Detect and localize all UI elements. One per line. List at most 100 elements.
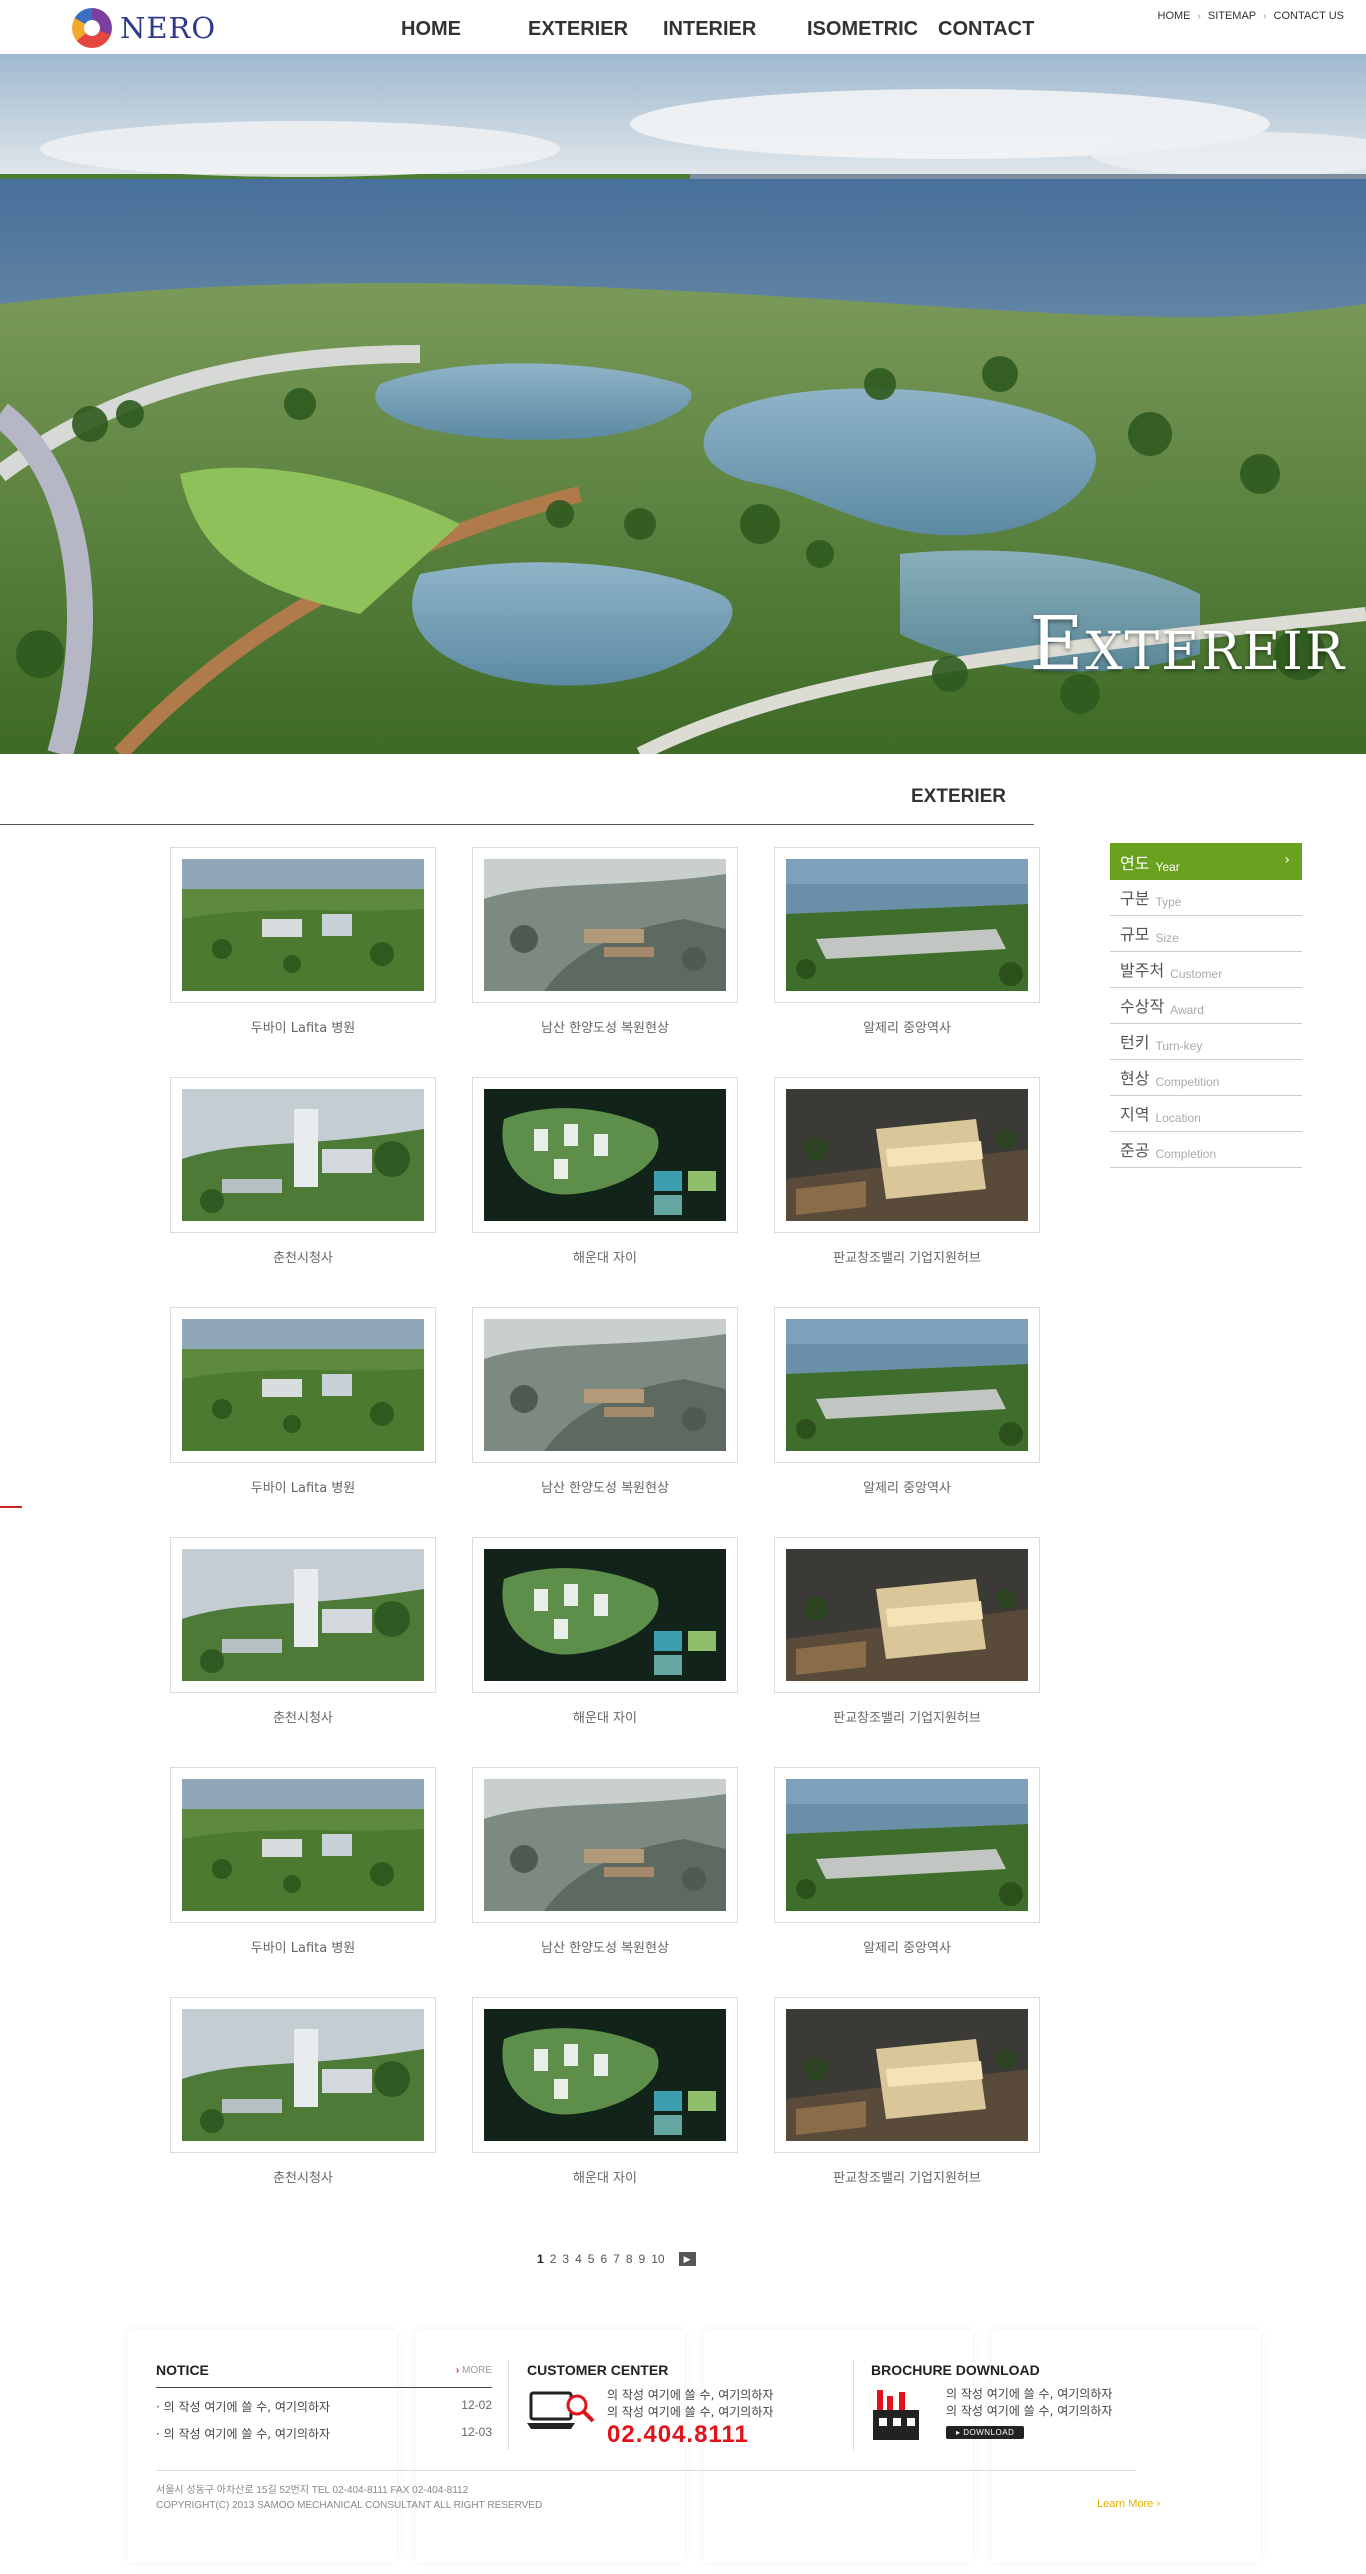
project-caption[interactable]: 남산 한양도성 복원현상 [472, 1477, 738, 1496]
project-card[interactable]: 춘천시청사 [170, 1997, 436, 2227]
project-thumbnail-image[interactable] [484, 1319, 726, 1451]
project-thumbnail-frame [774, 1997, 1040, 2153]
project-caption[interactable]: 춘천시청사 [170, 1247, 436, 1266]
page-link[interactable]: 2 [550, 2252, 557, 2266]
project-thumbnail-image[interactable] [182, 859, 424, 991]
project-caption[interactable]: 알제리 중앙역사 [774, 1477, 1040, 1496]
project-thumbnail-image[interactable] [484, 1779, 726, 1911]
side-menu-label-en: Award [1170, 1003, 1204, 1017]
project-card[interactable]: 알제리 중앙역사 [774, 847, 1040, 1077]
project-thumbnail-image[interactable] [484, 859, 726, 991]
project-card[interactable]: 해운대 자이 [472, 1077, 738, 1307]
page-link[interactable]: 10 [651, 2252, 664, 2266]
side-menu-item-size[interactable]: 규모 Size [1110, 916, 1302, 952]
project-thumbnail-image[interactable] [484, 1549, 726, 1681]
hero-banner: EXTEREIR [0, 54, 1366, 754]
project-card[interactable]: 해운대 자이 [472, 1537, 738, 1767]
project-thumbnail-image[interactable] [182, 1549, 424, 1681]
project-card[interactable]: 춘천시청사 [170, 1077, 436, 1307]
page-link[interactable]: 7 [613, 2252, 620, 2266]
project-caption[interactable]: 해운대 자이 [472, 2167, 738, 2186]
project-card[interactable]: 판교창조밸리 기업지원허브 [774, 1537, 1040, 1767]
brochure-line: 의 작성 여기에 쓸 수, 여기의하자 [946, 2404, 1113, 2418]
side-menu-item-year[interactable]: 연도 Year › [1110, 843, 1302, 880]
project-thumbnail-image[interactable] [182, 1319, 424, 1451]
side-menu-item-location[interactable]: 지역 Location [1110, 1096, 1302, 1132]
side-menu-item-turn-key[interactable]: 턴키 Turn-key [1110, 1024, 1302, 1060]
project-card[interactable]: 두바이 Lafita 병원 [170, 1307, 436, 1537]
notice-text: 의 작성 여기에 쓸 수, 여기의하자 [163, 2427, 331, 2441]
learn-more-link[interactable]: Learn More › [1097, 2498, 1160, 2510]
side-menu-item-customer[interactable]: 발주처 Customer [1110, 952, 1302, 988]
page-link[interactable]: 5 [588, 2252, 595, 2266]
project-thumbnail-image[interactable] [786, 1089, 1028, 1221]
project-caption[interactable]: 춘천시청사 [170, 2167, 436, 2186]
project-thumbnail-image[interactable] [786, 1319, 1028, 1451]
page-link[interactable]: 4 [575, 2252, 582, 2266]
nav-contact[interactable]: CONTACT [938, 18, 1034, 41]
project-caption[interactable]: 남산 한양도성 복원현상 [472, 1937, 738, 1956]
project-caption[interactable]: 해운대 자이 [472, 1707, 738, 1726]
notice-more-link[interactable]: › MORE [456, 2365, 492, 2376]
project-card[interactable]: 알제리 중앙역사 [774, 1767, 1040, 1997]
project-caption[interactable]: 판교창조밸리 기업지원허브 [774, 1707, 1040, 1726]
project-thumbnail-image[interactable] [786, 2009, 1028, 2141]
project-caption[interactable]: 알제리 중앙역사 [774, 1937, 1040, 1956]
nav-exterier[interactable]: EXTERIER [528, 18, 628, 41]
project-caption[interactable]: 춘천시청사 [170, 1707, 436, 1726]
project-thumbnail-frame [472, 1997, 738, 2153]
page-link[interactable]: 6 [600, 2252, 607, 2266]
project-thumbnail-frame [774, 1537, 1040, 1693]
project-card[interactable]: 판교창조밸리 기업지원허브 [774, 1997, 1040, 2227]
project-thumbnail-image[interactable] [182, 1089, 424, 1221]
side-menu-label-ko: 현상 [1120, 1069, 1150, 1088]
side-menu-item-award[interactable]: 수상작 Award [1110, 988, 1302, 1024]
page-link[interactable]: 8 [626, 2252, 633, 2266]
nav-interier[interactable]: INTERIER [663, 18, 756, 41]
project-thumbnail-image[interactable] [786, 1779, 1028, 1911]
side-menu-item-type[interactable]: 구분 Type [1110, 880, 1302, 916]
notice-item[interactable]: · 의 작성 여기에 쓸 수, 여기의하자 12-02 [156, 2398, 492, 2415]
side-menu-item-competition[interactable]: 현상 Competition [1110, 1060, 1302, 1096]
project-thumbnail-image[interactable] [182, 2009, 424, 2141]
project-card[interactable]: 판교창조밸리 기업지원허브 [774, 1077, 1040, 1307]
util-contact-link[interactable]: CONTACT US [1274, 10, 1345, 22]
project-thumbnail-frame [170, 847, 436, 1003]
util-home-link[interactable]: HOME [1158, 10, 1191, 22]
nav-isometric[interactable]: ISOMETRIC [807, 18, 918, 41]
project-thumbnail-image[interactable] [786, 859, 1028, 991]
project-thumbnail-image[interactable] [182, 1779, 424, 1911]
project-thumbnail-image[interactable] [484, 1089, 726, 1221]
project-caption[interactable]: 알제리 중앙역사 [774, 1017, 1040, 1036]
notice-item[interactable]: · 의 작성 여기에 쓸 수, 여기의하자 12-03 [156, 2425, 492, 2442]
project-thumbnail-image[interactable] [786, 1549, 1028, 1681]
side-menu-item-completion[interactable]: 준공 Completion [1110, 1132, 1302, 1168]
laptop-search-icon [527, 2391, 595, 2429]
project-caption[interactable]: 두바이 Lafita 병원 [170, 1477, 436, 1496]
project-card[interactable]: 알제리 중앙역사 [774, 1307, 1040, 1537]
project-caption[interactable]: 판교창조밸리 기업지원허브 [774, 2167, 1040, 2186]
project-caption[interactable]: 남산 한양도성 복원현상 [472, 1017, 738, 1036]
project-thumbnail-image[interactable] [484, 2009, 726, 2141]
project-caption[interactable]: 해운대 자이 [472, 1247, 738, 1266]
util-sitemap-link[interactable]: SITEMAP [1208, 10, 1256, 22]
project-card[interactable]: 춘천시청사 [170, 1537, 436, 1767]
page-link[interactable]: 3 [562, 2252, 569, 2266]
download-button[interactable]: ▸ DOWNLOAD [946, 2426, 1025, 2439]
project-card[interactable]: 남산 한양도성 복원현상 [472, 1767, 738, 1997]
footer-separator [508, 2360, 509, 2450]
project-card[interactable]: 두바이 Lafita 병원 [170, 1767, 436, 1997]
project-card[interactable]: 남산 한양도성 복원현상 [472, 1307, 738, 1537]
nav-home[interactable]: HOME [401, 18, 461, 41]
page-link[interactable]: 9 [639, 2252, 646, 2266]
project-card[interactable]: 해운대 자이 [472, 1997, 738, 2227]
project-card[interactable]: 두바이 Lafita 병원 [170, 847, 436, 1077]
project-caption[interactable]: 판교창조밸리 기업지원허브 [774, 1247, 1040, 1266]
project-caption[interactable]: 두바이 Lafita 병원 [170, 1937, 436, 1956]
project-card[interactable]: 남산 한양도성 복원현상 [472, 847, 738, 1077]
company-address: 서울시 성동구 아차산로 15길 52번지 TEL 02-404-8111 FA… [156, 2483, 542, 2513]
project-caption[interactable]: 두바이 Lafita 병원 [170, 1017, 436, 1036]
address-divider [156, 2470, 1136, 2471]
page-link[interactable]: 1 [537, 2252, 544, 2266]
next-page-button[interactable]: ▶ [678, 2252, 696, 2266]
